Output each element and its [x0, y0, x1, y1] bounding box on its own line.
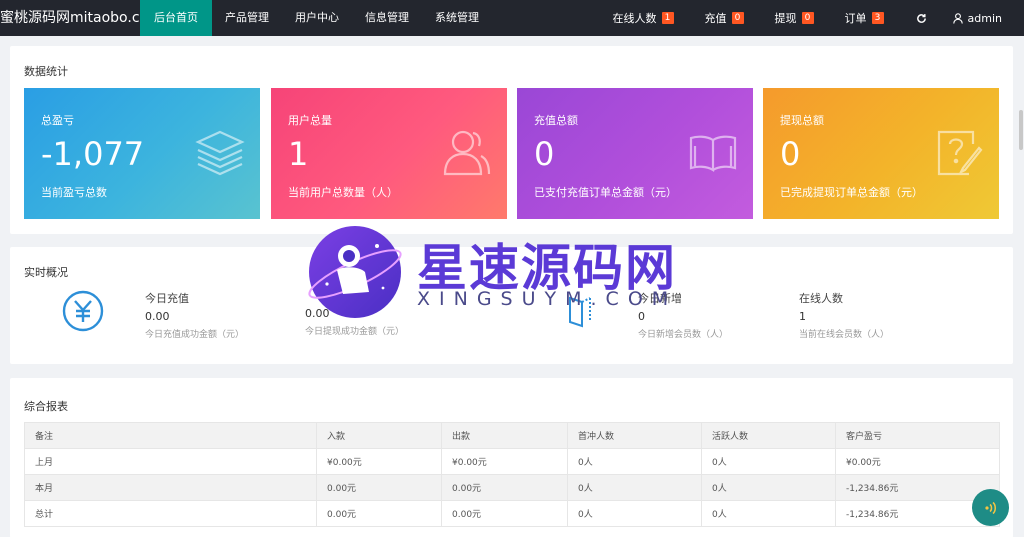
realtime-panel: 实时概况 今日充值 0.00 今日充值成功金额（元） 0.00 今日提现成功金额… — [10, 247, 1013, 364]
rt-desc: 今日提现成功金额（元） — [305, 327, 405, 337]
table-header-row: 备注 入款 出款 首冲人数 活跃人数 客户盈亏 — [24, 422, 1000, 449]
table-row: 本月 0.00元 0.00元 0人 0人 -1,234.86元 — [24, 474, 1000, 501]
card-desc: 已完成提现订单总金额（元） — [780, 186, 923, 199]
report-panel: 综合报表 备注 入款 出款 首冲人数 活跃人数 客户盈亏 上月 ¥0.00元 ¥… — [10, 378, 1013, 537]
user-menu[interactable]: admin — [952, 11, 1002, 25]
online-users-link[interactable]: 在线人数 1 — [613, 10, 674, 26]
rt-desc: 今日新增会员数（人） — [638, 330, 729, 340]
rt-label: 今日新增 — [638, 292, 682, 305]
card-total-withdraw[interactable]: 提现总额 0 已完成提现订单总金额（元） — [763, 88, 999, 219]
card-value: 0 — [534, 135, 555, 173]
table-cell: 0人 — [567, 448, 702, 475]
stats-panel: 数据统计 总盈亏 -1,077 当前盈亏总数 用户总量 1 当前用户总数量（人） — [10, 46, 1013, 234]
layers-icon — [195, 130, 245, 176]
users-icon — [443, 130, 491, 176]
table-cell: ¥0.00元 — [835, 448, 1000, 475]
rt-value: 0.00 — [145, 310, 170, 323]
rt-label: 在线人数 — [799, 292, 843, 305]
main-nav: 后台首页 产品管理 用户中心 信息管理 系统管理 — [140, 0, 492, 36]
floating-action-button[interactable] — [972, 489, 1009, 526]
table-cell: 上月 — [24, 448, 317, 475]
user-icon — [952, 12, 963, 24]
orders-link[interactable]: 订单 3 — [845, 10, 884, 26]
recharge-badge: 0 — [731, 12, 744, 24]
table-cell: 本月 — [24, 474, 317, 501]
nav-home[interactable]: 后台首页 — [140, 0, 212, 36]
table-cell: ¥0.00元 — [316, 448, 442, 475]
table-cell: 总计 — [24, 500, 317, 527]
rt-desc: 今日充值成功金额（元） — [145, 330, 245, 340]
nav-system[interactable]: 系统管理 — [422, 0, 492, 36]
nav-users[interactable]: 用户中心 — [282, 0, 352, 36]
right-nav: 在线人数 1 充值 0 提现 0 订单 3 admin — [613, 0, 1024, 36]
rt-value: 0 — [638, 310, 645, 323]
card-desc: 已支付充值订单总金额（元） — [534, 186, 677, 199]
table-cell: 0人 — [701, 474, 836, 501]
top-navbar: 蜜桃源码网mitaobo.c... 后台首页 产品管理 用户中心 信息管理 系统… — [0, 0, 1024, 36]
table-cell: ¥0.00元 — [441, 448, 568, 475]
orders-label: 订单 — [844, 12, 867, 25]
refresh-icon[interactable] — [916, 13, 927, 24]
withdraw-badge: 0 — [801, 12, 814, 24]
recharge-label: 充值 — [704, 12, 727, 25]
card-value: 1 — [288, 135, 309, 173]
col-header: 入款 — [316, 422, 442, 449]
yuan-icon — [62, 290, 104, 332]
card-total-profit[interactable]: 总盈亏 -1,077 当前盈亏总数 — [24, 88, 260, 219]
rt-desc: 当前在线会员数（人） — [799, 330, 890, 340]
username: admin — [967, 11, 1002, 25]
table-cell: 0.00元 — [316, 500, 442, 527]
table-cell: 0人 — [701, 500, 836, 527]
card-title: 充值总额 — [534, 114, 578, 127]
online-users-label: 在线人数 — [612, 12, 657, 25]
table-cell: 0人 — [567, 500, 702, 527]
recharge-link[interactable]: 充值 0 — [705, 10, 744, 26]
card-title: 总盈亏 — [41, 114, 74, 127]
table-cell: 0.00元 — [316, 474, 442, 501]
withdraw-link[interactable]: 提现 0 — [775, 10, 814, 26]
nav-products[interactable]: 产品管理 — [212, 0, 282, 36]
card-title: 用户总量 — [288, 114, 332, 127]
col-header: 首冲人数 — [567, 422, 702, 449]
door-icon — [569, 296, 591, 328]
card-value: 0 — [780, 135, 801, 173]
rt-label — [305, 290, 404, 303]
online-users-badge: 1 — [661, 12, 674, 24]
orders-badge: 3 — [871, 12, 884, 24]
col-header: 备注 — [24, 422, 317, 449]
card-desc: 当前盈亏总数 — [41, 186, 107, 199]
table-row: 上月 ¥0.00元 ¥0.00元 0人 0人 ¥0.00元 — [24, 448, 1000, 475]
table-cell: 0人 — [701, 448, 836, 475]
sound-wave-icon — [984, 501, 996, 514]
table-cell: 0.00元 — [441, 474, 568, 501]
table-cell: 0.00元 — [441, 500, 568, 527]
card-title: 提现总额 — [780, 114, 824, 127]
card-value: -1,077 — [41, 135, 145, 173]
rt-label: 今日充值 — [145, 292, 189, 305]
col-header: 出款 — [441, 422, 568, 449]
col-header: 活跃人数 — [701, 422, 836, 449]
table-row: 总计 0.00元 0.00元 0人 0人 -1,234.86元 — [24, 500, 1000, 527]
rt-today-recharge: 今日充值 0.00 今日充值成功金额（元） — [145, 290, 244, 340]
brand-logo-text[interactable]: 蜜桃源码网mitaobo.c... — [0, 0, 140, 36]
rt-value: 1 — [799, 310, 806, 323]
question-note-icon — [937, 130, 983, 176]
col-header: 客户盈亏 — [835, 422, 1000, 449]
card-desc: 当前用户总数量（人） — [288, 186, 398, 199]
stats-title: 数据统计 — [24, 65, 68, 78]
realtime-title: 实时概况 — [24, 266, 68, 279]
card-total-users[interactable]: 用户总量 1 当前用户总数量（人） — [271, 88, 507, 219]
rt-value: 0.00 — [305, 307, 330, 320]
page-scrollbar[interactable] — [1019, 110, 1023, 150]
report-title: 综合报表 — [24, 400, 68, 413]
card-total-recharge[interactable]: 充值总额 0 已支付充值订单总金额（元） — [517, 88, 753, 219]
nav-info[interactable]: 信息管理 — [352, 0, 422, 36]
report-table: 备注 入款 出款 首冲人数 活跃人数 客户盈亏 上月 ¥0.00元 ¥0.00元… — [24, 422, 1000, 527]
rt-online: 在线人数 1 当前在线会员数（人） — [799, 290, 889, 340]
withdraw-label: 提现 — [774, 12, 797, 25]
rt-today-withdraw: 0.00 今日提现成功金额（元） — [305, 290, 404, 337]
rt-today-new: 今日新增 0 今日新增会员数（人） — [638, 290, 728, 340]
table-cell: 0人 — [567, 474, 702, 501]
book-icon — [689, 135, 737, 173]
